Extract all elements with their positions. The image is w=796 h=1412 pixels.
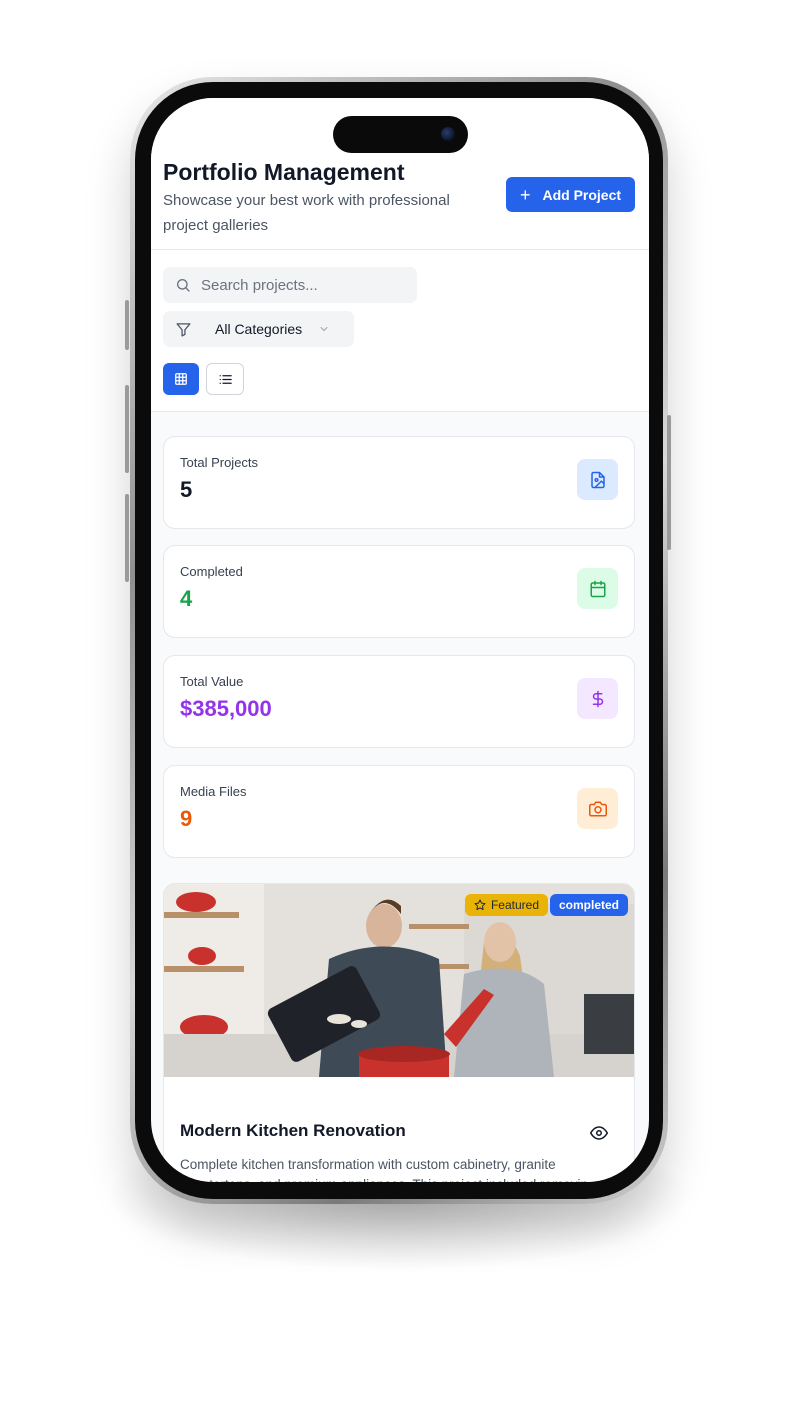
toolbar: All Categories [151,250,649,412]
action-button [125,300,129,350]
device-mockup: Portfolio Management Showcase your best … [0,0,796,1412]
project-card[interactable]: Featured completed Modern Kitchen Renova… [163,883,635,1182]
stat-card-total-value: Total Value $385,000 [163,655,635,748]
category-select-value: All Categories [215,321,303,337]
star-icon [474,899,486,910]
stat-label: Completed [180,564,243,579]
power-button [667,415,671,550]
add-project-label: Add Project [542,186,622,203]
featured-badge-label: Featured [490,898,539,912]
stat-icon-box [577,678,618,719]
filter-icon [176,322,191,337]
project-description: Complete kitchen transformation with cus… [180,1157,588,1182]
stat-icon-box [577,788,618,829]
add-project-button[interactable]: + Add Project [506,177,635,212]
chevron-down-icon [320,327,328,332]
dynamic-island [333,116,468,153]
grid-view-button[interactable] [163,363,199,395]
camera-icon [588,801,607,816]
stat-value: $385,000 [180,696,272,721]
stat-label: Total Projects [180,455,259,470]
category-select[interactable]: All Categories [163,311,354,347]
eye-icon[interactable] [590,1124,608,1142]
stat-card-completed: Completed 4 [163,545,635,638]
stat-value: 5 [180,477,193,502]
search-input[interactable] [201,276,401,294]
stat-icon-box [577,568,618,609]
file-image-icon [590,471,605,488]
plus-icon: + [519,184,531,205]
page-title: Portfolio Management [163,159,405,185]
status-badge: completed [549,894,628,916]
stat-label: Media Files [180,784,247,799]
stat-card-total-projects: Total Projects 5 [163,436,635,529]
grid-icon [175,373,187,385]
list-icon [219,374,232,384]
page-subtitle: Showcase your best work with professiona… [163,192,450,234]
stat-label: Total Value [180,674,244,689]
stat-card-media-files: Media Files 9 [163,765,635,858]
stat-value: 9 [180,806,193,831]
featured-badge: Featured [464,894,548,916]
dollar-icon [592,690,603,707]
search-icon [177,279,190,292]
calendar-icon [590,580,605,597]
app-screen: Portfolio Management Showcase your best … [151,98,649,1182]
volume-up-button [125,385,129,473]
stat-value: 4 [180,586,193,611]
project-title: Modern Kitchen Renovation [180,1121,406,1140]
stat-icon-box [577,459,618,500]
volume-down-button [125,494,129,582]
project-image[interactable]: Featured completed [164,884,634,1077]
front-camera [441,127,455,141]
list-view-button[interactable] [206,363,244,395]
search-box[interactable] [163,267,417,303]
